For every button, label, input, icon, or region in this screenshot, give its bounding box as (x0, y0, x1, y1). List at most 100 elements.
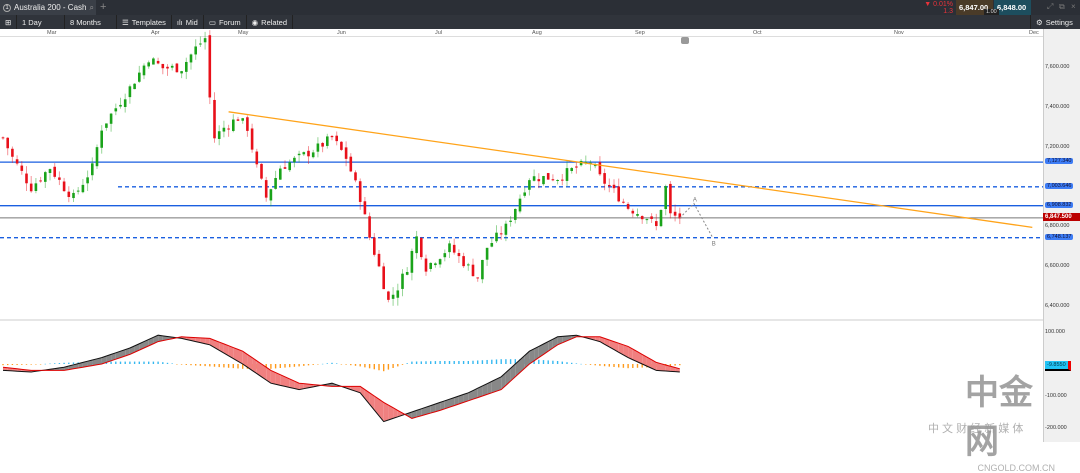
histogram-bar (495, 359, 498, 364)
histogram-bar (25, 364, 28, 365)
histogram-bar (359, 364, 361, 367)
candle-body (86, 177, 89, 184)
histogram-bar (340, 364, 343, 365)
candle-body (67, 191, 71, 198)
candle-body (443, 253, 447, 258)
candle-body (105, 123, 108, 128)
histogram-bar (312, 364, 314, 365)
candle-body (297, 153, 301, 156)
histogram-bar (237, 364, 239, 369)
candle-body (344, 147, 348, 159)
candle-body (288, 162, 291, 171)
histogram-bar (218, 364, 220, 368)
price-tick: 6,800.000 (1045, 223, 1070, 230)
histogram-bar (589, 364, 592, 365)
candle-body (246, 117, 249, 131)
candle-body (561, 179, 564, 181)
candle-body (133, 83, 136, 90)
candle-body (194, 46, 197, 55)
candle-body (326, 136, 329, 146)
candle-body (631, 210, 635, 214)
candle-body (236, 119, 240, 121)
candle-body (659, 209, 663, 227)
histogram-bar (571, 362, 573, 364)
histogram-bar (58, 363, 61, 364)
histogram-bar (411, 361, 413, 364)
histogram-bar (119, 361, 122, 364)
candle-body (44, 172, 47, 182)
price-tick: 7,400.000 (1045, 103, 1070, 110)
histogram-bar (190, 364, 192, 366)
expand-icon[interactable]: ⤢ (1047, 2, 1053, 12)
candle-body (189, 54, 193, 63)
close-icon[interactable]: × (1071, 2, 1076, 11)
trend-line (228, 111, 1033, 229)
candle-body (396, 290, 400, 298)
candle-body (481, 259, 484, 280)
candle-body (274, 177, 277, 189)
histogram-bar (227, 364, 230, 368)
histogram-bar (21, 364, 23, 365)
candle-body (528, 180, 531, 190)
histogram-bar (430, 361, 432, 364)
projection-label: B (712, 242, 716, 248)
price-chart[interactable]: AB (0, 0, 1043, 442)
watermark: 中金网 CNGOLD.COM.CN (925, 365, 1065, 473)
histogram-bar (472, 360, 474, 364)
candle-body (335, 135, 338, 142)
price-tick: 7,200.000 (1045, 143, 1070, 150)
candle-body (387, 291, 390, 300)
level-label: 7,003.646 (1045, 182, 1074, 189)
candle-body (302, 152, 306, 155)
candle-body (91, 163, 94, 176)
candle-body (467, 264, 470, 266)
candle-body (438, 259, 442, 265)
histogram-bar (364, 364, 366, 368)
histogram-bar (425, 361, 427, 364)
candle-body (640, 216, 644, 220)
histogram-bar (307, 364, 310, 366)
histogram-bar (68, 362, 70, 364)
candle-body (180, 71, 183, 74)
candle-body (250, 128, 254, 150)
candle-body (410, 250, 414, 273)
histogram-bar (575, 363, 578, 364)
histogram-bar (124, 361, 126, 364)
price-tick: 6,400.000 (1045, 303, 1070, 310)
candle-body (509, 220, 512, 222)
candle-body (48, 169, 52, 174)
histogram-bar (566, 362, 568, 364)
candle-body (551, 179, 555, 181)
histogram-bar (486, 359, 488, 364)
candle-body (401, 273, 404, 289)
level-label: 6,748.137 (1045, 233, 1074, 240)
histogram-bar (44, 363, 46, 365)
popout-icon[interactable]: ⧉ (1059, 2, 1065, 12)
histogram-bar (448, 361, 451, 364)
current-price-label: 6,847.500 (1043, 212, 1080, 221)
candle-body (232, 119, 235, 131)
projection-path (679, 202, 714, 238)
histogram-bar (213, 364, 216, 367)
candle-body (147, 62, 150, 67)
histogram-bar (54, 363, 56, 364)
candle-body (1, 137, 5, 139)
candle-body (119, 104, 122, 107)
histogram-bar (627, 364, 629, 369)
scroll-marker-icon[interactable] (681, 37, 689, 44)
candle-body (34, 183, 38, 191)
histogram-bar (129, 361, 131, 364)
price-tick: 6,600.000 (1045, 263, 1070, 270)
histogram-bar (289, 364, 291, 368)
candle-body (11, 148, 14, 157)
candle-body (523, 192, 526, 196)
histogram-bar (133, 361, 136, 364)
candle-body (100, 130, 103, 148)
candle-body (452, 244, 456, 253)
histogram-bar (462, 361, 465, 364)
histogram-bar (439, 361, 441, 364)
candle-body (626, 203, 630, 209)
histogram-bar (148, 361, 150, 364)
histogram-bar (110, 361, 112, 364)
histogram-bar (392, 364, 394, 368)
